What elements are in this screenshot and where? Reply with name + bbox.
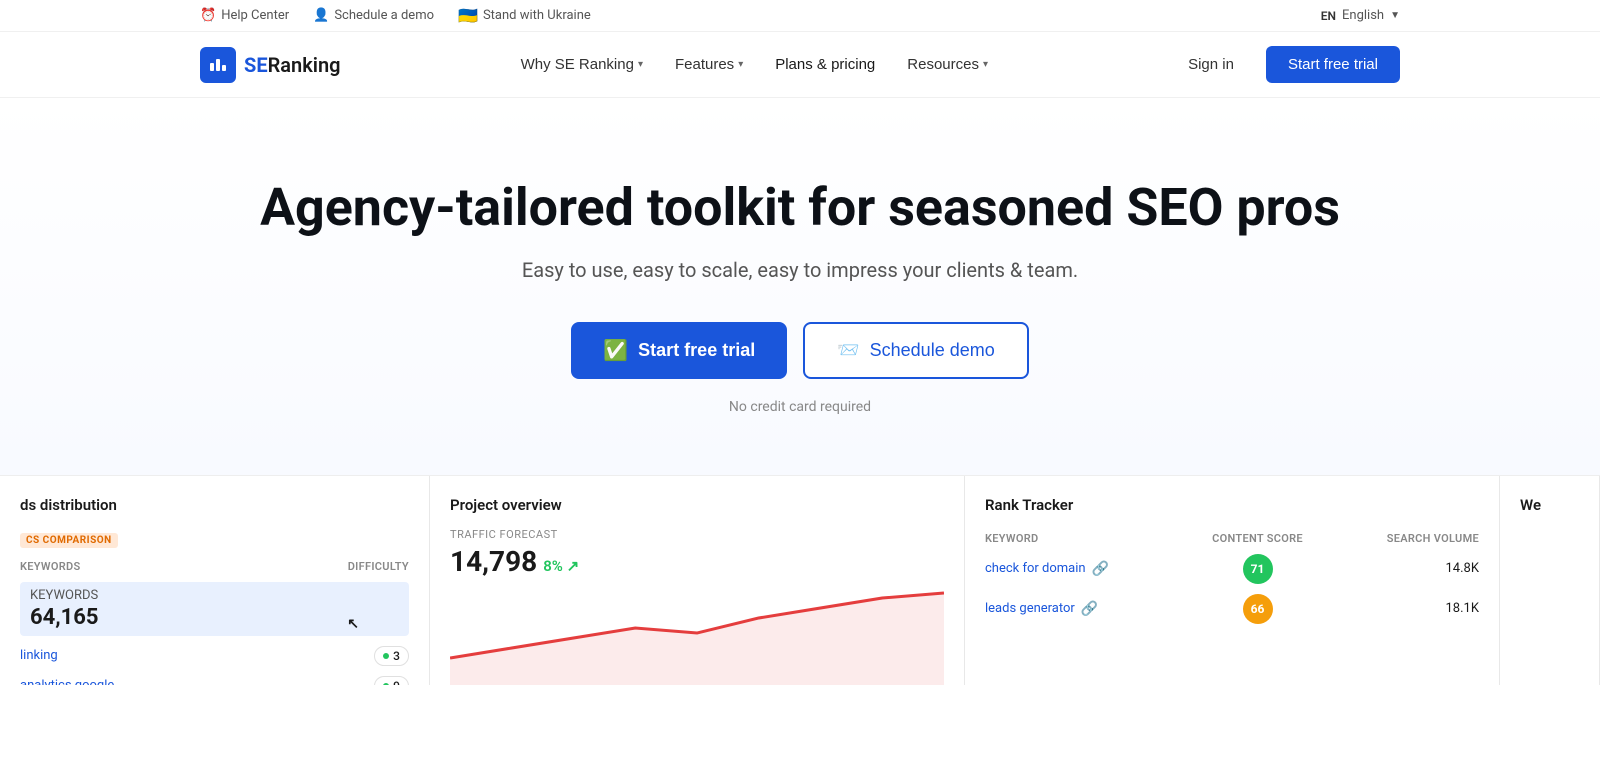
kw-highlight-row: KEYWORDS 64,165 ↖ xyxy=(20,577,409,641)
kw-selected-label: KEYWORDS xyxy=(30,588,399,603)
nav-plans-label: Plans & pricing xyxy=(775,56,875,73)
kw-dist-title: ds distribution xyxy=(20,496,409,514)
logo[interactable]: SERanking xyxy=(200,47,341,83)
logo-bar-2 xyxy=(216,59,220,71)
nav-plans-pricing[interactable]: Plans & pricing xyxy=(763,48,887,81)
kw-col-keywords: KEYWORDS xyxy=(20,556,256,577)
rank-tracker-title: Rank Tracker xyxy=(985,496,1479,514)
logo-bars xyxy=(204,53,232,77)
schedule-demo-label: Schedule demo xyxy=(870,340,995,361)
kw-row-analytics: analytics google 9 xyxy=(20,671,409,685)
keywords-distribution-card: ds distribution CS COMPARISON KEYWORDS D… xyxy=(0,476,430,685)
chevron-why-icon: ▾ xyxy=(638,59,643,70)
logo-se: SE xyxy=(244,53,268,77)
kw-link-analytics[interactable]: analytics google xyxy=(20,678,114,685)
help-center-link[interactable]: ⏰ Help Center xyxy=(200,8,289,23)
rank-link-leads-generator[interactable]: leads generator xyxy=(985,601,1075,616)
schedule-demo-link[interactable]: 👤 Schedule a demo xyxy=(313,8,434,23)
logo-text: SERanking xyxy=(244,53,341,77)
top-bar: ⏰ Help Center 👤 Schedule a demo 🇺🇦 Stand… xyxy=(0,0,1600,32)
nav-why-label: Why SE Ranking xyxy=(521,56,634,73)
project-title: Project overview xyxy=(450,496,944,514)
kw-col-difficulty: DIFFICULTY xyxy=(256,556,409,577)
score-badge-66: 66 xyxy=(1243,594,1273,624)
traffic-row: 14,798 8% ↗ xyxy=(450,545,944,578)
rank-row-check-domain: check for domain 🔗 71 14.8K xyxy=(985,549,1479,589)
schedule-demo-label: Schedule a demo xyxy=(334,8,434,23)
no-credit-card-note: No credit card required xyxy=(200,399,1400,415)
schedule-demo-button[interactable]: 📨 Schedule demo xyxy=(803,322,1029,379)
rank-col-keyword: KEYWORD xyxy=(985,528,1184,549)
hero-buttons: ✅ Start free trial 📨 Schedule demo xyxy=(200,322,1400,379)
lang-label: English xyxy=(1342,8,1384,23)
ukraine-link[interactable]: 🇺🇦 Stand with Ukraine xyxy=(458,6,591,25)
nav-actions: Sign in Start free trial xyxy=(1168,46,1400,83)
we-title: We xyxy=(1520,496,1579,514)
project-overview-card: Project overview TRAFFIC FORECAST 14,798… xyxy=(430,476,965,685)
kw-link-linking[interactable]: linking xyxy=(20,648,58,663)
traffic-pct: 8% ↗ xyxy=(543,557,579,575)
nav-why-se-ranking[interactable]: Why SE Ranking ▾ xyxy=(509,48,655,81)
ukraine-label: Stand with Ukraine xyxy=(483,8,591,23)
kw-table: KEYWORDS DIFFICULTY KEYWORDS 64,165 ↖ xyxy=(20,556,409,685)
logo-bar-3 xyxy=(222,65,226,71)
diff-dot-green-2 xyxy=(383,683,389,685)
traffic-chart xyxy=(450,588,944,685)
diff-dot-green xyxy=(383,653,389,659)
nav-links: Why SE Ranking ▾ Features ▾ Plans & pric… xyxy=(509,48,1000,81)
traffic-value: 14,798 xyxy=(450,545,537,578)
rank-link-check-domain[interactable]: check for domain xyxy=(985,561,1086,576)
hero-title: Agency-tailored toolkit for seasoned SEO… xyxy=(200,178,1400,238)
nav-resources-label: Resources xyxy=(907,56,979,73)
top-bar-left: ⏰ Help Center 👤 Schedule a demo 🇺🇦 Stand… xyxy=(200,6,591,25)
link-icon-2: 🔗 xyxy=(1081,601,1098,617)
ukraine-flag-icon: 🇺🇦 xyxy=(458,6,478,25)
we-card: We xyxy=(1500,476,1600,685)
up-arrow-icon: ↗ xyxy=(567,557,580,575)
diff-badge-9: 9 xyxy=(374,676,409,685)
language-selector[interactable]: EN English ▼ xyxy=(1321,8,1400,23)
hero-subtitle: Easy to use, easy to scale, easy to impr… xyxy=(200,258,1400,282)
rank-table: KEYWORD CONTENT SCORE SEARCH VOLUME chec… xyxy=(985,528,1479,629)
send-icon: 📨 xyxy=(837,340,859,361)
rank-col-volume: SEARCH VOLUME xyxy=(1331,528,1479,549)
start-trial-top-button[interactable]: Start free trial xyxy=(1266,46,1400,83)
kw-highlight-box: KEYWORDS 64,165 ↖ xyxy=(20,582,409,636)
rank-col-score: CONTENT SCORE xyxy=(1184,528,1330,549)
kw-selected-count: 64,165 ↖ xyxy=(30,605,399,630)
rank-row-leads-generator: leads generator 🔗 66 18.1K xyxy=(985,589,1479,629)
chevron-down-icon: ▼ xyxy=(1390,10,1400,21)
start-trial-label: Start free trial xyxy=(638,340,755,361)
help-icon: ⏰ xyxy=(200,8,216,23)
logo-bar-1 xyxy=(210,63,214,71)
hero-section: Agency-tailored toolkit for seasoned SEO… xyxy=(0,98,1600,475)
diff-badge-3: 3 xyxy=(374,646,409,666)
dashboard-preview: ds distribution CS COMPARISON KEYWORDS D… xyxy=(0,475,1600,685)
signin-button[interactable]: Sign in xyxy=(1168,46,1254,83)
nav-features-label: Features xyxy=(675,56,734,73)
chevron-resources-icon: ▾ xyxy=(983,59,988,70)
help-center-label: Help Center xyxy=(221,8,289,23)
person-icon: 👤 xyxy=(313,8,329,23)
link-icon-1: 🔗 xyxy=(1092,561,1109,577)
traffic-label: TRAFFIC FORECAST xyxy=(450,528,944,541)
traffic-svg xyxy=(450,588,944,685)
lang-code: EN xyxy=(1321,9,1336,23)
comparison-badge: CS COMPARISON xyxy=(20,533,118,548)
start-free-trial-button[interactable]: ✅ Start free trial xyxy=(571,322,787,379)
nav-features[interactable]: Features ▾ xyxy=(663,48,755,81)
chevron-features-icon: ▾ xyxy=(738,59,743,70)
rank-tracker-card: Rank Tracker KEYWORD CONTENT SCORE SEARC… xyxy=(965,476,1500,685)
nav-resources[interactable]: Resources ▾ xyxy=(895,48,1000,81)
navbar: SERanking Why SE Ranking ▾ Features ▾ Pl… xyxy=(0,32,1600,98)
diff-value-3: 3 xyxy=(393,649,400,663)
traffic-fill xyxy=(450,593,944,685)
logo-icon xyxy=(200,47,236,83)
cursor-icon: ↖ xyxy=(347,616,359,632)
diff-value-9: 9 xyxy=(393,679,400,685)
kw-row-linking: linking 3 xyxy=(20,641,409,671)
score-badge-71: 71 xyxy=(1243,554,1273,584)
checkmark-icon: ✅ xyxy=(603,338,628,363)
